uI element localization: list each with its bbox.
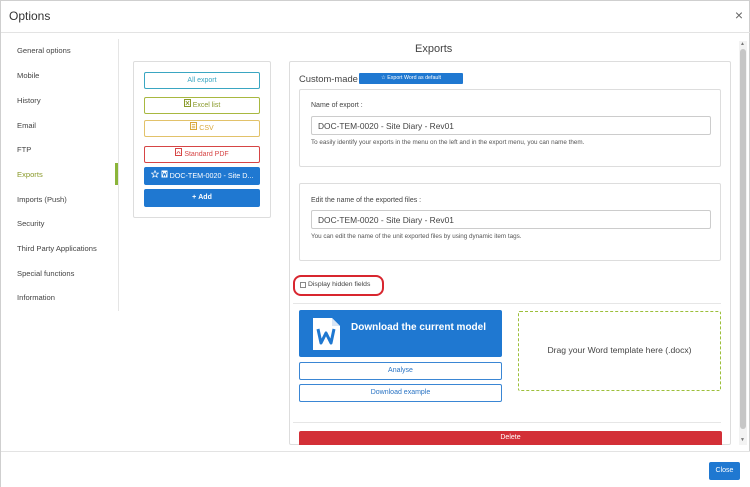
dropzone-label: Drag your Word template here (.docx) [547,345,692,355]
download-example-button[interactable]: Download example [299,384,502,402]
file-name-label: Edit the name of the exported files : [311,197,422,204]
export-name-label: Name of export : [311,102,363,109]
download-example-label: Download example [370,389,431,396]
excel-list-button[interactable]: Excel list [144,97,260,114]
sidebar-item-imports-push[interactable]: Imports (Push) [17,195,67,204]
plus-icon: + [192,194,197,201]
close-button-label: Close [715,467,734,474]
sidebar-item-email[interactable]: Email [17,121,36,130]
csv-file-icon [190,121,198,136]
sidebar-item-history[interactable]: History [17,96,41,105]
sidebar-item-mobile[interactable]: Mobile [17,71,39,80]
section-divider [293,303,721,304]
display-hidden-fields-checkbox[interactable] [300,282,306,288]
csv-button[interactable]: CSV [144,120,260,137]
sidebar-item-special-functions[interactable]: Special functions [17,269,74,278]
scroll-down-icon[interactable]: ▼ [740,437,745,443]
display-hidden-fields-label: Display hidden fields [308,281,371,288]
file-name-input[interactable] [311,210,711,229]
sidebar-item-third-party-applications[interactable]: Third Party Applications [17,244,97,253]
section-divider [293,422,721,423]
sidebar-item-general-options[interactable]: General options [17,46,71,55]
sidebar-item-information[interactable]: Information [17,293,55,302]
dialog-titlebar: Options × [1,1,750,33]
star-icon [150,168,159,184]
vertical-scrollbar[interactable]: ▲ ▼ [739,41,747,445]
sidebar-item-exports[interactable]: Exports [17,170,43,179]
file-name-help: You can edit the name of the unit export… [311,233,522,240]
excel-file-icon [183,98,191,113]
excel-list-label: Excel list [192,102,221,109]
standard-pdf-button[interactable]: Standard PDF [144,146,260,163]
export-word-default-label: Export Word as default [387,75,441,81]
all-export-label: All export [187,77,217,84]
pdf-file-icon [175,147,183,162]
scroll-up-icon[interactable]: ▲ [740,41,745,47]
standard-pdf-label: Standard PDF [184,151,229,158]
analyse-button[interactable]: Analyse [299,362,502,380]
add-export-button[interactable]: + Add [144,189,260,207]
word-template-label: DOC-TEM-0020 - Site D... [169,171,254,180]
dialog-title: Options [9,9,51,23]
export-name-input[interactable] [311,116,711,135]
dialog-footer [1,451,750,487]
close-icon[interactable]: × [735,8,743,22]
sidebar-active-indicator [115,163,118,185]
all-export-button[interactable]: All export [144,72,260,89]
analyse-label: Analyse [388,367,413,374]
page-title: Exports [415,43,453,55]
word-file-icon [161,168,168,184]
word-template-dropzone[interactable]: Drag your Word template here (.docx) [518,311,721,391]
word-document-icon [313,318,340,350]
options-dialog: Options × General options Mobile History… [0,0,750,487]
star-icon: ☆ [380,75,386,81]
export-name-help: To easily identify your exports in the m… [311,139,585,146]
sidebar-item-ftp[interactable]: FTP [17,145,31,154]
close-button[interactable]: Close [709,462,740,480]
scrollbar-thumb[interactable] [740,49,746,429]
sidebar-item-security[interactable]: Security [17,219,44,228]
export-word-default-badge[interactable]: ☆ Export Word as default [359,73,463,84]
delete-label: Delete [500,434,521,441]
csv-label: CSV [199,125,214,132]
delete-export-button[interactable]: Delete [299,431,722,445]
add-export-label: Add [198,194,212,201]
download-current-model-label: Download the current model [351,322,487,333]
word-template-button[interactable]: DOC-TEM-0020 - Site D... [144,167,260,185]
